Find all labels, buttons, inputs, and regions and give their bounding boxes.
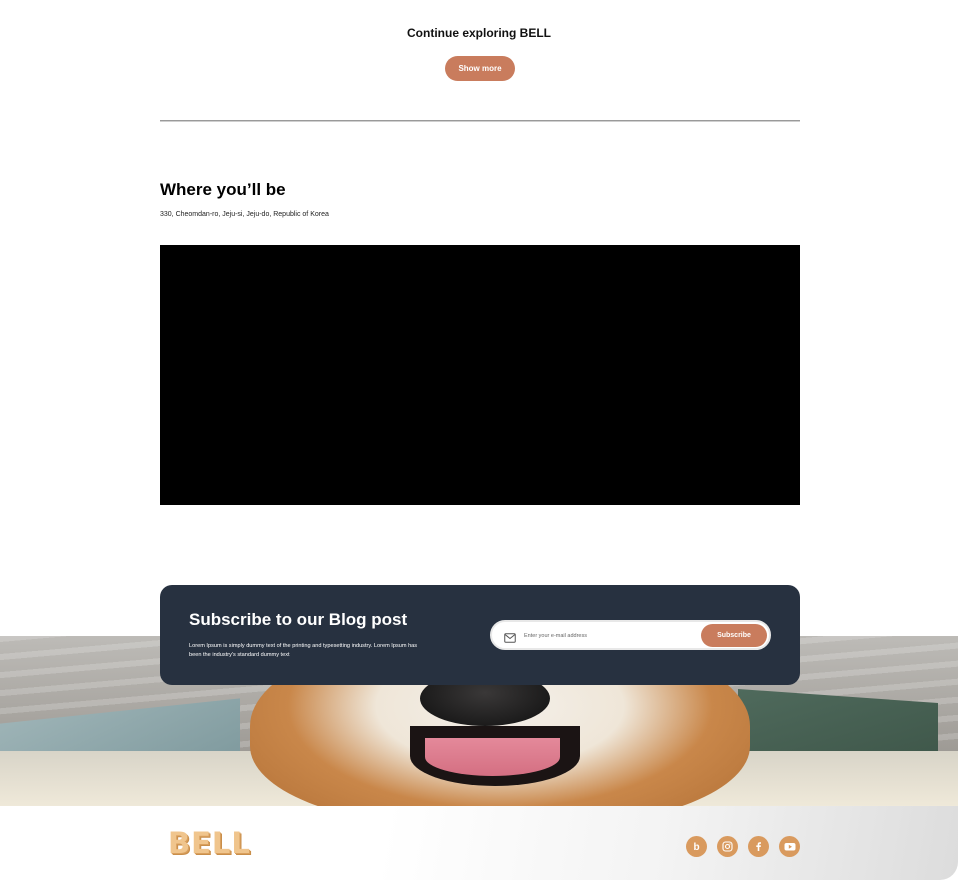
explore-title: Continue exploring BELL xyxy=(407,26,551,40)
subscribe-title: Subscribe to our Blog post xyxy=(189,610,408,629)
dog-tongue xyxy=(425,738,560,776)
location-title: Where you’ll be xyxy=(160,180,286,199)
facebook-icon[interactable] xyxy=(748,836,769,857)
subscribe-form: Subscribe xyxy=(490,620,771,650)
svg-text:b: b xyxy=(693,842,699,852)
footer: BELL b xyxy=(0,806,958,880)
subscribe-button[interactable]: Subscribe xyxy=(701,624,767,647)
mail-icon xyxy=(504,630,516,643)
email-input[interactable] xyxy=(524,628,694,643)
location-address: 330, Cheomdan-ro, Jeju-si, Jeju-do, Repu… xyxy=(160,211,329,218)
instagram-icon[interactable] xyxy=(717,836,738,857)
youtube-icon[interactable] xyxy=(779,836,800,857)
show-more-button[interactable]: Show more xyxy=(445,56,515,81)
bell-logo[interactable]: BELL xyxy=(168,826,251,860)
subscribe-description: Lorem Ipsum is simply dummy text of the … xyxy=(189,643,418,658)
section-divider xyxy=(160,120,800,122)
blog-icon[interactable]: b xyxy=(686,836,707,857)
subscribe-card: Subscribe to our Blog post Lorem Ipsum i… xyxy=(160,585,800,685)
location-map[interactable] xyxy=(160,245,800,505)
